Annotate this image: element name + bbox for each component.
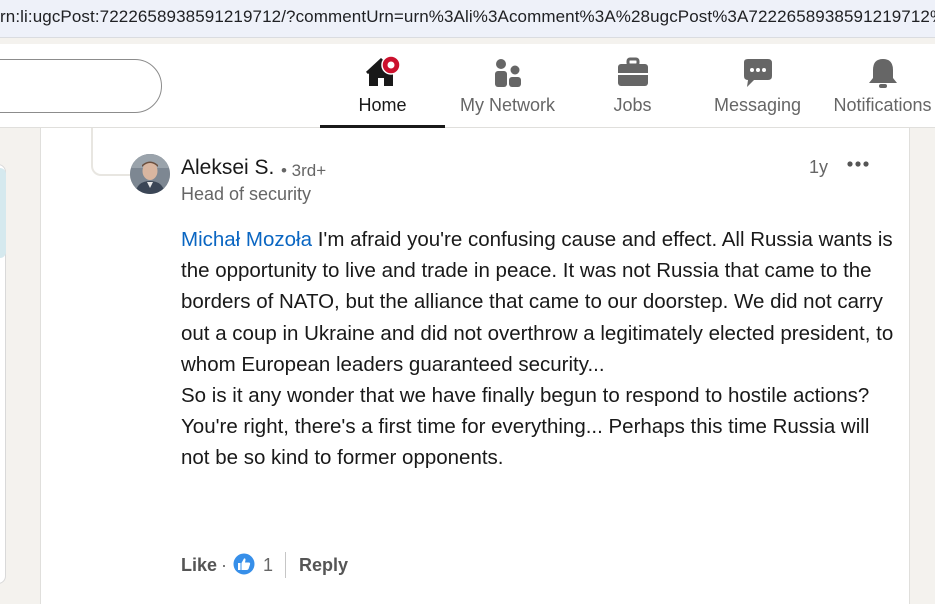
reaction-count[interactable]: 1	[263, 555, 273, 576]
search-input[interactable]	[0, 59, 162, 113]
left-sidebar	[0, 128, 6, 604]
ellipsis-icon	[847, 161, 869, 167]
nav-messaging-label: Messaging	[713, 95, 802, 115]
bell-icon	[865, 56, 901, 90]
thread-connector	[91, 128, 133, 176]
separator-dot: ·	[221, 555, 227, 575]
comment-timestamp: 1y	[809, 157, 829, 177]
people-icon	[490, 56, 526, 90]
nav-home[interactable]: Home	[320, 44, 445, 128]
comment-body: Michał Mozoła I'm afraid you're confusin…	[181, 224, 896, 474]
nav-my-network[interactable]: My Network	[445, 44, 570, 128]
chat-icon	[740, 56, 776, 90]
like-button[interactable]: Like	[181, 555, 217, 576]
comment-paragraph: Michał Mozoła I'm afraid you're confusin…	[181, 224, 896, 380]
actions-divider	[285, 552, 286, 578]
nav-notifications-label: Notifications	[833, 95, 932, 115]
more-options-button[interactable]	[843, 152, 873, 176]
nav-messaging[interactable]: Messaging	[700, 44, 815, 128]
reply-button[interactable]: Reply	[299, 555, 348, 576]
author-headline: Head of security	[181, 184, 312, 204]
like-reaction-icon[interactable]	[232, 552, 256, 576]
nav-my-network-label: My Network	[459, 95, 555, 115]
nav-notifications[interactable]: Notifications	[825, 44, 935, 128]
connection-degree: • 3rd+	[281, 161, 327, 180]
author-name[interactable]: Aleksei S.	[181, 156, 274, 179]
home-icon	[365, 55, 401, 90]
nav-jobs[interactable]: Jobs	[575, 44, 690, 128]
mention-link[interactable]: Michał Mozoła	[181, 228, 312, 251]
comment-author-name[interactable]: Aleksei S.	[181, 156, 274, 180]
comment-paragraph: You're right, there's a first time for e…	[181, 415, 870, 470]
nav-jobs-label: Jobs	[613, 95, 652, 115]
briefcase-icon	[615, 56, 651, 90]
browser-address-bar[interactable]: rn:li:ugcPost:7222658938591219712/?comme…	[0, 0, 935, 38]
avatar[interactable]	[130, 154, 170, 194]
comment-paragraph: So is it any wonder that we have finally…	[181, 384, 870, 408]
nav-home-label: Home	[358, 95, 407, 115]
comment-card: Aleksei S. • 3rd+ Head of security 1y Mi…	[40, 128, 910, 604]
left-sidebar-accent	[0, 168, 6, 258]
url-text[interactable]: rn:li:ugcPost:7222658938591219712/?comme…	[0, 7, 935, 27]
top-navigation: Home My Network Jobs Messaging Notificat…	[0, 44, 935, 128]
